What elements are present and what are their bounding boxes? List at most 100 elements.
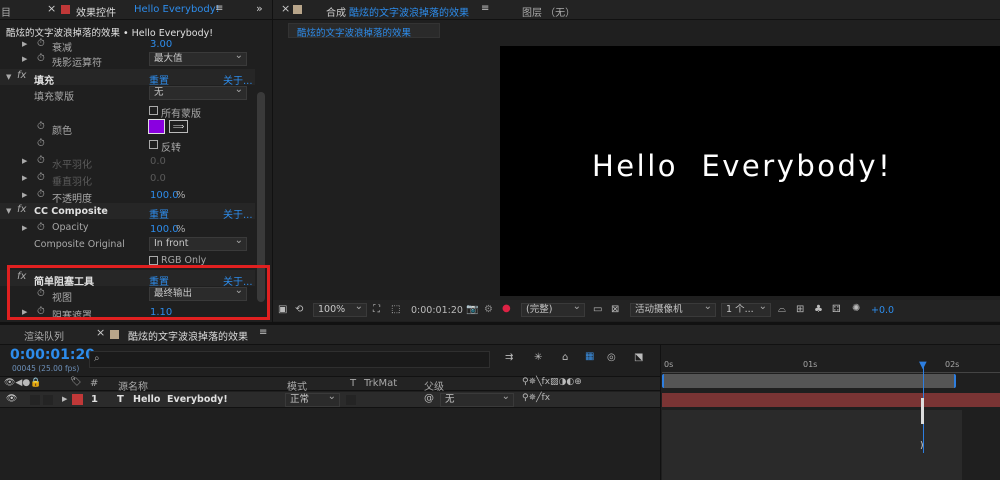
panel-menu-icon[interactable]: ≡ bbox=[259, 327, 267, 338]
3d-renderer-icon[interactable]: ⚃ bbox=[832, 304, 841, 315]
grid-icon[interactable]: ⊠ bbox=[611, 304, 619, 315]
close-icon[interactable]: × bbox=[47, 2, 56, 15]
panel-menu-icon[interactable]: ≡ bbox=[215, 3, 223, 14]
effect-controls-tab-label[interactable]: 效果控件 bbox=[76, 4, 116, 19]
fill-reset-link[interactable]: 重置 bbox=[149, 72, 169, 87]
region-of-interest-icon[interactable]: ⛶ bbox=[373, 304, 380, 315]
playhead-icon[interactable]: ▼ bbox=[919, 360, 927, 371]
fill-mask-dropdown[interactable]: 无 bbox=[149, 84, 247, 100]
decay-value[interactable]: 3.00 bbox=[150, 39, 172, 50]
exposure-value[interactable]: +0.0 bbox=[871, 305, 894, 316]
graph-editor-icon[interactable]: ⬔ bbox=[634, 352, 643, 363]
timecode-display[interactable]: 0:00:01:20 bbox=[411, 305, 463, 316]
expand-arrow-icon[interactable]: ▶ bbox=[62, 395, 67, 403]
timeline-splitter[interactable] bbox=[660, 345, 661, 480]
blend-mode-dropdown[interactable]: 正常 bbox=[285, 391, 340, 407]
parent-header[interactable]: 父级 bbox=[424, 378, 444, 393]
close-icon[interactable]: × bbox=[96, 326, 105, 339]
stopwatch-icon[interactable]: ⏱ bbox=[37, 38, 45, 49]
frame-blending-icon[interactable]: ▦ bbox=[585, 351, 594, 362]
trkmat-header[interactable]: TrkMat bbox=[364, 378, 397, 389]
transparency-grid-icon[interactable]: ⬚ bbox=[391, 304, 400, 315]
pickwhip-icon[interactable]: @ bbox=[424, 393, 434, 404]
channel-icon[interactable]: ● bbox=[502, 303, 511, 314]
keyframe-marker[interactable] bbox=[921, 398, 924, 424]
layer-viewer-tab[interactable]: 图层 （无） bbox=[522, 4, 575, 19]
collapse-arrow-icon[interactable]: ▼ bbox=[6, 207, 11, 215]
panel-menu-icon[interactable]: ≡ bbox=[481, 3, 489, 14]
timeline-timecode[interactable]: 0:00:01:20 bbox=[10, 347, 95, 363]
preserve-transparency-toggle[interactable] bbox=[346, 395, 356, 405]
render-icon[interactable]: ⌓ bbox=[778, 304, 786, 315]
color-icon[interactable]: ⚙ bbox=[484, 304, 493, 315]
pixel-aspect-icon[interactable]: ⊞ bbox=[796, 304, 804, 315]
expand-arrow-icon[interactable]: ▶ bbox=[22, 224, 27, 232]
fx-icon[interactable]: fx bbox=[17, 70, 26, 81]
stopwatch-icon: ⏱ bbox=[37, 172, 45, 183]
comp-flowchart-icon[interactable]: ⇉ bbox=[505, 352, 513, 363]
fx-icon[interactable]: fx bbox=[17, 204, 26, 215]
expand-arrow-icon[interactable]: ▶ bbox=[22, 40, 27, 48]
layer-row[interactable]: 👁 ▶ 1 T Hello Everybody! 正常 @ 无 ⚲✵╱fx bbox=[0, 391, 660, 408]
stopwatch-icon[interactable]: ⏱ bbox=[37, 121, 45, 132]
effect-controls-tab-layer[interactable]: Hello Everybody! bbox=[134, 4, 220, 15]
panel-color-swatch bbox=[61, 5, 70, 14]
rgb-only-checkbox[interactable] bbox=[149, 256, 158, 265]
snap-icon[interactable]: ⟲ bbox=[295, 304, 303, 315]
expand-arrow-icon[interactable]: ▶ bbox=[22, 157, 27, 165]
layer-name[interactable]: Hello Everybody! bbox=[133, 394, 228, 405]
stopwatch-icon[interactable]: ⏱ bbox=[37, 189, 45, 200]
mode-header[interactable]: 模式 bbox=[287, 378, 307, 393]
views-dropdown[interactable]: 1 个... bbox=[721, 301, 771, 317]
resolution-dropdown[interactable]: (完整) bbox=[521, 301, 585, 317]
project-tab-partial[interactable]: 目 bbox=[1, 4, 11, 19]
stopwatch-icon[interactable]: ⏱ bbox=[37, 53, 45, 64]
timeline-comp-tab[interactable]: 酷炫的文字波浪掉落的效果 bbox=[128, 328, 248, 343]
expand-arrow-icon[interactable]: ▶ bbox=[22, 55, 27, 63]
viewer-canvas[interactable]: Hello Everybody! bbox=[500, 46, 1000, 296]
composition-subtab[interactable]: 酷炫的文字波浪掉落的效果 bbox=[288, 23, 440, 39]
opacity-cn-value[interactable]: 100.0 bbox=[150, 190, 179, 201]
layer-duration-bar[interactable] bbox=[662, 393, 1000, 407]
cc-reset-link[interactable]: 重置 bbox=[149, 206, 169, 221]
collapse-arrow-icon[interactable]: ▼ bbox=[6, 73, 11, 81]
invert-checkbox[interactable] bbox=[149, 140, 158, 149]
layer-search-input[interactable]: ⌕ bbox=[89, 351, 490, 368]
camera-dropdown[interactable]: 活动摄像机 bbox=[630, 301, 716, 317]
expand-panels-icon[interactable]: » bbox=[256, 2, 263, 15]
composite-original-dropdown[interactable]: In front bbox=[149, 235, 247, 251]
flowchart-icon[interactable]: ♣ bbox=[814, 304, 823, 315]
exposure-icon[interactable]: ✺ bbox=[852, 303, 860, 314]
visibility-eye-icon[interactable]: 👁 bbox=[6, 394, 17, 404]
opacity-en-value[interactable]: 100.0 bbox=[150, 224, 179, 235]
layer-label-color[interactable] bbox=[72, 394, 83, 405]
all-masks-checkbox[interactable] bbox=[149, 106, 158, 115]
camera-icon[interactable]: 📷 bbox=[466, 304, 478, 315]
fill-color-swatch[interactable] bbox=[148, 119, 165, 134]
expand-arrow-icon[interactable]: ▶ bbox=[22, 191, 27, 199]
source-name-header[interactable]: 源名称 bbox=[118, 378, 148, 393]
draft-3d-icon[interactable]: ✳ bbox=[534, 352, 542, 363]
composition-tab-title[interactable]: 酷炫的文字波浪掉落的效果 bbox=[349, 4, 469, 19]
parent-dropdown[interactable]: 无 bbox=[440, 391, 514, 407]
expand-arrow-icon[interactable]: ▶ bbox=[22, 174, 27, 182]
close-icon[interactable]: × bbox=[281, 2, 290, 15]
work-area-bar[interactable] bbox=[662, 374, 956, 388]
zoom-dropdown[interactable]: 100% bbox=[313, 301, 367, 317]
motion-blur-icon[interactable]: ◎ bbox=[607, 352, 616, 363]
toggle-viewer-icon[interactable]: ▣ bbox=[278, 304, 287, 315]
keyframe-marker-2[interactable]: ) bbox=[920, 441, 924, 451]
residual-operator-dropdown[interactable]: 最大值 bbox=[149, 50, 247, 66]
composition-tab-prefix[interactable]: 合成 bbox=[326, 4, 346, 19]
layer-switches-icon[interactable]: ⚲✵╱fx bbox=[522, 393, 550, 403]
shy-layers-icon[interactable]: ⌂ bbox=[562, 352, 568, 363]
stopwatch-icon[interactable]: ⏱ bbox=[37, 138, 45, 149]
audio-toggle[interactable] bbox=[30, 395, 40, 405]
render-queue-tab[interactable]: 渲染队列 bbox=[24, 328, 64, 343]
fast-preview-icon[interactable]: ▭ bbox=[593, 304, 602, 315]
eyedropper-icon[interactable]: ⟹ bbox=[169, 120, 188, 133]
solo-toggle[interactable] bbox=[43, 395, 53, 405]
cc-about-link[interactable]: 关于... bbox=[223, 206, 253, 221]
stopwatch-icon: ⏱ bbox=[37, 155, 45, 166]
stopwatch-icon[interactable]: ⏱ bbox=[37, 222, 45, 233]
